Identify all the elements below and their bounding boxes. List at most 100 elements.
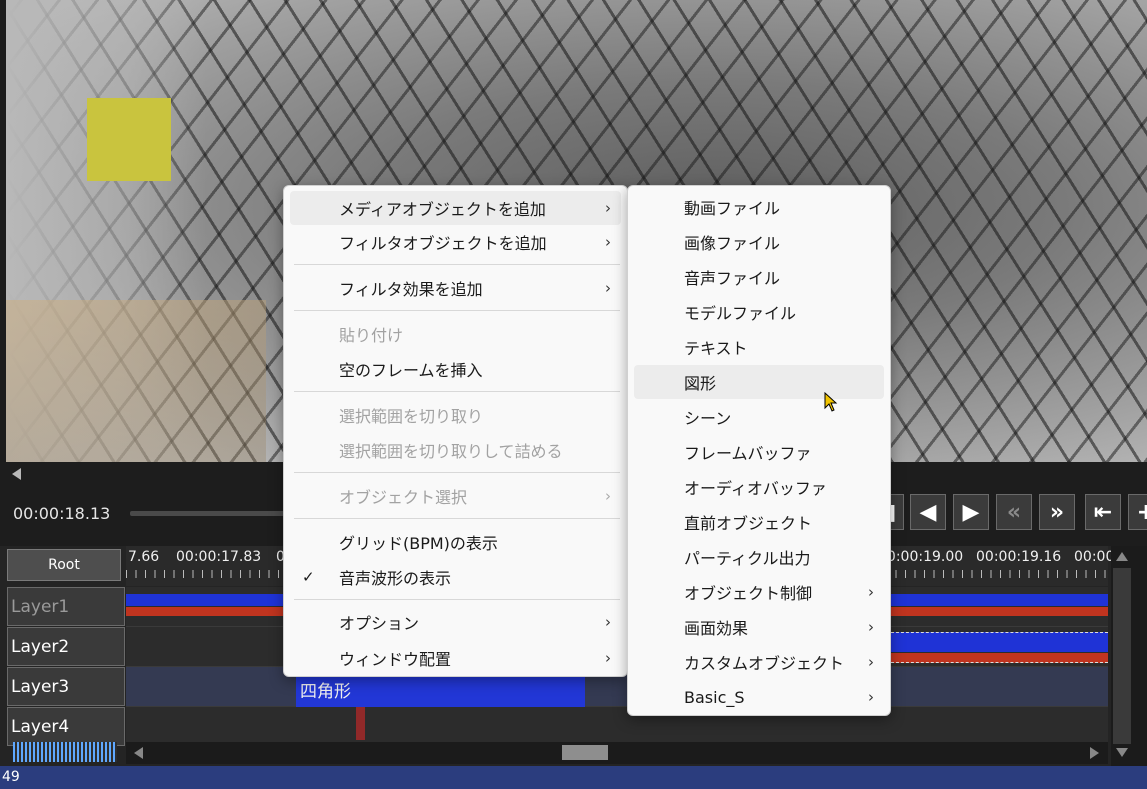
chevron-right-icon: › [605,613,611,631]
current-time-display: 00:00:18.13 [13,504,111,523]
menu-separator [294,472,620,473]
status-bar: 49 [0,766,1147,789]
submenu-item-object-control[interactable]: オブジェクト制御 › [634,575,884,609]
mouse-cursor-icon [824,392,838,412]
chevron-right-icon: › [868,688,874,706]
zoom-meter-bars [13,742,117,762]
chevron-right-icon: › [605,233,611,251]
menu-item-label: Basic_S [684,687,745,707]
menu-item-label: オブジェクト選択 [339,488,468,507]
submenu-item-frame-buffer[interactable]: フレームバッファ [634,435,884,469]
chevron-right-icon: › [868,653,874,671]
scroll-left-icon[interactable] [134,747,143,759]
rewind-icon: « [1006,499,1022,525]
menu-item-label: フィルタオブジェクトを追加 [339,234,547,253]
menu-separator [294,264,620,265]
layer-row-4[interactable] [126,707,1108,747]
plus-icon: + [1136,499,1147,525]
fast-forward-icon: » [1049,499,1065,525]
timeline-horizontal-scrollbar[interactable] [126,742,1108,764]
context-menu: メディアオブジェクトを追加 › フィルタオブジェクトを追加 › フィルタ効果を追… [283,185,628,677]
shape-clip[interactable]: 四角形 [296,677,585,707]
menu-item-insert-empty-frame[interactable]: 空のフレームを挿入 [290,352,621,386]
menu-item-object-select[interactable]: オブジェクト選択 › [290,479,621,513]
menu-item-label: カスタムオブジェクト [684,654,845,673]
scroll-down-icon[interactable] [1116,748,1128,757]
submenu-item-audio-file[interactable]: 音声ファイル [634,260,884,294]
ruler-label: 7.66 [128,549,160,565]
seek-bar[interactable] [130,511,290,516]
go-start-button[interactable]: ⇤ [1085,494,1121,530]
menu-item-window-layout[interactable]: ウィンドウ配置 › [290,641,621,675]
menu-item-label: 画面効果 [684,619,749,638]
preview-background-floor [6,300,266,462]
submenu-item-basic-s[interactable]: Basic_S › [634,680,884,714]
scroll-right-icon[interactable] [1090,747,1099,759]
menu-item-label: 音声ファイル [684,269,781,288]
audio-clip[interactable] [886,653,1108,663]
timeline-vertical-scrollbar[interactable] [1111,546,1147,766]
menu-item-options[interactable]: オプション › [290,605,621,639]
ruler-label: 00:00:17.83 [176,549,262,565]
submenu-item-scene[interactable]: シーン [634,400,884,434]
ruler-label: 00:00 [1074,549,1115,565]
submenu-item-particle-output[interactable]: パーティクル出力 [634,540,884,574]
submenu-item-audio-buffer[interactable]: オーディオバッファ [634,470,884,504]
menu-item-label: オブジェクト制御 [684,584,813,603]
menu-item-paste[interactable]: 貼り付け [290,317,621,351]
prev-frame-icon: ◀ [919,499,937,525]
add-button[interactable]: + [1128,494,1147,530]
preview-scroll-left-icon[interactable] [12,468,21,480]
scroll-thumb[interactable] [1113,568,1131,744]
submenu-item-custom-object[interactable]: カスタムオブジェクト › [634,645,884,679]
ruler-label: 00:00:19.16 [976,549,1062,565]
timeline-clip[interactable] [886,632,1108,652]
submenu-item-previous-object[interactable]: 直前オブジェクト [634,505,884,539]
menu-item-label: パーティクル出力 [684,549,811,568]
root-button[interactable]: Root [7,549,121,581]
layer-label-1[interactable]: Layer1 [7,587,125,626]
submenu-item-shape[interactable]: 図形 [634,365,884,399]
menu-item-show-audio-waveform[interactable]: ✓ 音声波形の表示 [290,560,621,594]
submenu-item-video-file[interactable]: 動画ファイル [634,190,884,224]
fast-forward-button[interactable]: » [1039,494,1075,530]
menu-item-add-filter-object[interactable]: フィルタオブジェクトを追加 › [290,225,621,259]
layer-label-4[interactable]: Layer4 [7,707,125,746]
menu-item-add-media-object[interactable]: メディアオブジェクトを追加 › [290,191,621,225]
scroll-thumb[interactable] [562,745,608,760]
scroll-up-icon[interactable] [1116,552,1128,561]
menu-item-label: オプション [339,614,420,633]
menu-item-add-filter-effect[interactable]: フィルタ効果を追加 › [290,271,621,305]
submenu-media-object: 動画ファイル 画像ファイル 音声ファイル モデルファイル テキスト 図形 シーン… [627,185,891,716]
menu-item-label: 音声波形の表示 [339,569,452,588]
status-text: 49 [2,769,20,785]
menu-item-cut-selection[interactable]: 選択範囲を切り取り [290,398,621,432]
submenu-item-model-file[interactable]: モデルファイル [634,295,884,329]
next-frame-button[interactable]: ▶ [953,494,989,530]
submenu-item-screen-effect[interactable]: 画面効果 › [634,610,884,644]
go-start-icon: ⇤ [1093,499,1113,525]
menu-separator [294,599,620,600]
preview-square-object[interactable] [87,98,171,181]
submenu-item-text[interactable]: テキスト [634,330,884,364]
layer-label-2[interactable]: Layer2 [7,627,125,666]
rewind-button[interactable]: « [996,494,1032,530]
menu-item-label: 貼り付け [339,326,404,345]
menu-item-label: グリッド(BPM)の表示 [339,534,498,553]
chevron-right-icon: › [868,618,874,636]
check-icon: ✓ [302,568,315,586]
layer-label-3[interactable]: Layer3 [7,667,125,706]
menu-item-label: 選択範囲を切り取り [339,407,484,426]
prev-frame-button[interactable]: ◀ [910,494,946,530]
menu-item-label: 空のフレームを挿入 [339,361,483,380]
menu-item-label: 動画ファイル [684,199,781,218]
menu-separator [294,310,620,311]
menu-item-label: メディアオブジェクトを追加 [339,200,546,219]
menu-item-cut-and-close-gap[interactable]: 選択範囲を切り取りして詰める [290,433,621,467]
menu-item-label: フレームバッファ [684,444,812,463]
submenu-item-image-file[interactable]: 画像ファイル [634,225,884,259]
chevron-right-icon: › [605,279,611,297]
zoom-meter[interactable] [13,742,117,762]
menu-separator [294,391,620,392]
menu-item-show-grid-bpm[interactable]: グリッド(BPM)の表示 [290,525,621,559]
